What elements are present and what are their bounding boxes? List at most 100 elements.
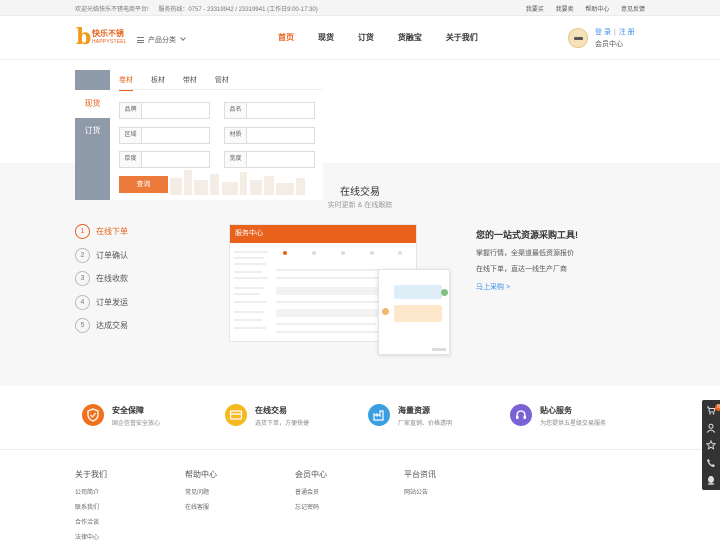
trade-section-title: 在线交易 — [340, 187, 380, 198]
footer-link[interactable]: 普通会员 — [295, 487, 327, 496]
step-number: 3 — [75, 271, 90, 286]
site-logo[interactable]: b 快乐不锈 HAPPYSTEEL — [76, 24, 128, 52]
footer-link[interactable]: 忘记密码 — [295, 502, 327, 511]
feature-desc: 厂家直销、价格透明 — [398, 421, 453, 427]
nav-about[interactable]: 关于我们 — [446, 32, 478, 43]
step-item[interactable]: 1 在线下单 — [75, 224, 128, 248]
card-icon — [225, 404, 247, 426]
search-side-tabs: 现货 订货 — [75, 70, 110, 200]
user-icon[interactable] — [706, 423, 716, 433]
feature-desc: 为您提供五星级交易服务 — [540, 421, 607, 427]
step-number: 4 — [75, 294, 90, 310]
shield-icon — [82, 404, 104, 426]
qq-icon[interactable] — [706, 475, 716, 485]
nav-spot[interactable]: 现货 — [318, 32, 334, 43]
trade-section-subtitle: 实时更新 & 在线跟踪 — [327, 202, 393, 209]
feature-title: 安全保障 — [112, 406, 144, 415]
chevron-down-icon — [180, 35, 186, 41]
login-link[interactable]: 登 录 — [595, 29, 611, 36]
footer-col-title: 平台资讯 — [404, 470, 436, 479]
headset-icon — [510, 404, 532, 426]
nav-finance[interactable]: 货融宝 — [398, 32, 422, 43]
step-label: 订单确认 — [96, 250, 128, 260]
step-item[interactable]: 3 在线收款 — [75, 271, 128, 295]
footer-col-member: 会员中心 普通会员 忘记密码 — [295, 469, 327, 517]
feature-title: 海量资源 — [398, 406, 430, 415]
feature-title: 在线交易 — [255, 406, 287, 415]
promo-line-1: 掌握行情，全渠道最低资源报价 — [476, 250, 574, 257]
buy-now-link[interactable]: 马上采购 > — [476, 282, 578, 292]
hotline-text: 服务热线：0757 - 23319942 / 23319941 (工作日9:00… — [158, 7, 318, 13]
top-bar-info: 欢迎光临快乐不锈电商平台! 服务热线：0757 - 23319942 / 233… — [75, 4, 326, 13]
floating-toolbar: 0 — [702, 400, 720, 490]
feature-item: 在线交易 选货下单，方便快捷 — [225, 404, 365, 434]
step-number: 2 — [75, 247, 90, 263]
step-item[interactable]: 5 达成交易 — [75, 318, 128, 342]
region-field[interactable]: 区域 — [119, 127, 210, 144]
step-label: 在线收款 — [96, 274, 128, 283]
top-link-help[interactable]: 帮助中心 — [585, 7, 609, 13]
side-tab-order[interactable]: 订货 — [75, 120, 110, 142]
material-field[interactable]: 材质 — [224, 127, 315, 144]
category-label: 产品分类 — [147, 37, 176, 44]
step-label: 达成交易 — [96, 321, 128, 330]
top-link-buy[interactable]: 我要买 — [526, 7, 544, 13]
features-row: 安全保障 国企信誉安全放心 在线交易 选货下单，方便快捷 海量资源 厂家直销、价… — [0, 388, 720, 450]
step-item[interactable]: 2 订单确认 — [75, 247, 128, 272]
feature-item: 安全保障 国企信誉安全放心 — [82, 404, 222, 434]
top-link-feedback[interactable]: 意见反馈 — [621, 7, 645, 13]
footer-col-title: 帮助中心 — [185, 470, 217, 479]
feature-desc: 选货下单，方便快捷 — [255, 421, 310, 427]
logo-cn: 快乐不锈 — [92, 29, 124, 38]
product-name-label: 品名 — [225, 103, 247, 118]
promo-title: 您的一站式资源采购工具! — [476, 230, 578, 240]
member-center-link[interactable]: 会员中心 — [595, 39, 623, 49]
step-item[interactable]: 4 订单发运 — [75, 294, 128, 319]
trade-steps: 1 在线下单 2 订单确认 3 在线收款 4 订单发运 5 达成交易 — [75, 224, 128, 342]
star-icon[interactable] — [705, 439, 717, 450]
footer-link[interactable]: 常见问题 — [185, 487, 217, 496]
footer-col-help: 帮助中心 常见问题 在线客服 — [185, 469, 217, 517]
cart-count-badge: 0 — [715, 404, 720, 411]
chat-window-screenshot — [378, 269, 450, 355]
product-name-field[interactable]: 品名 — [224, 102, 315, 119]
cart-icon[interactable]: 0 — [706, 404, 720, 415]
region-label: 区域 — [120, 128, 142, 143]
promo-block: 您的一站式资源采购工具! 掌握行情，全渠道最低资源报价 在线下单，直达一线生产厂… — [476, 228, 578, 292]
menu-icon — [137, 37, 144, 43]
footer-link[interactable]: 公司简介 — [75, 487, 107, 496]
tab-strip[interactable]: 带材 — [183, 73, 197, 89]
main-nav: 首页 现货 订货 货融宝 关于我们 — [278, 32, 500, 48]
footer-link[interactable]: 在线客服 — [185, 502, 217, 511]
top-link-sell[interactable]: 我要卖 — [556, 7, 574, 13]
top-bar: 欢迎光临快乐不锈电商平台! 服务热线：0757 - 23319942 / 233… — [0, 0, 720, 16]
nav-home[interactable]: 首页 — [278, 32, 294, 43]
tab-plate[interactable]: 板材 — [151, 73, 165, 89]
tab-tube[interactable]: 管材 — [215, 73, 229, 89]
footer-link[interactable]: 网站公告 — [404, 487, 436, 496]
footer-col-title: 关于我们 — [75, 470, 107, 479]
register-link[interactable]: 注 册 — [619, 29, 635, 36]
feature-desc: 国企信誉安全放心 — [112, 421, 161, 427]
main-header: b 快乐不锈 HAPPYSTEEL 产品分类 首页 现货 订货 货融宝 关于我们… — [0, 16, 720, 60]
footer-col-title: 会员中心 — [295, 470, 327, 479]
factory-icon — [368, 404, 390, 426]
footer-link[interactable]: 联系我们 — [75, 502, 107, 511]
footer-link[interactable]: 合作洽谈 — [75, 517, 107, 526]
nav-order[interactable]: 订货 — [358, 32, 374, 43]
feature-item: 海量资源 厂家直销、价格透明 — [368, 404, 508, 434]
category-dropdown[interactable]: 产品分类 — [137, 35, 186, 45]
top-bar-links: 我要买 我要卖 帮助中心 意见反馈 — [516, 4, 645, 13]
footer-col-news: 平台资讯 网站公告 — [404, 469, 436, 502]
brand-field[interactable]: 品牌 — [119, 102, 210, 119]
step-label: 在线下单 — [96, 227, 128, 236]
feature-title: 贴心服务 — [540, 406, 572, 415]
footer-col-about: 关于我们 公司简介 联系我们 合作洽谈 法律中心 — [75, 469, 107, 547]
material-label: 材质 — [225, 128, 247, 143]
footer: 关于我们 公司简介 联系我们 合作洽谈 法律中心 帮助中心 常见问题 在线客服 … — [0, 451, 720, 541]
promo-line-2: 在线下单，直达一线生产厂商 — [476, 266, 567, 273]
step-label: 订单发运 — [96, 297, 128, 307]
phone-icon[interactable] — [706, 458, 716, 468]
avatar — [568, 28, 588, 48]
side-tab-spot[interactable]: 现货 — [75, 90, 110, 118]
